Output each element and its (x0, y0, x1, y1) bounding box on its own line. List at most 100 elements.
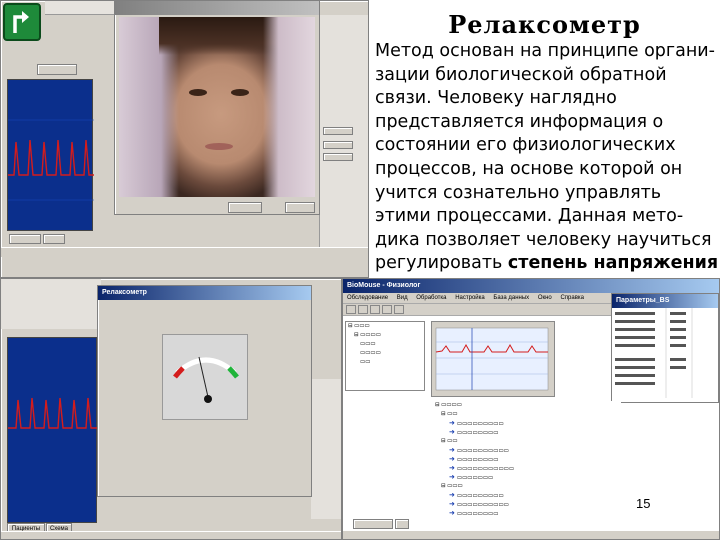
gauge-needle (198, 356, 209, 398)
menu-item[interactable]: Вид (397, 295, 408, 301)
params-row-text (615, 374, 655, 377)
face-window-titlebar (115, 1, 319, 15)
results-item[interactable]: ⊟ ▭▭ (431, 437, 621, 446)
left-graph-panel (7, 79, 94, 231)
relaxometer-window: Релаксометр (97, 285, 312, 497)
gauge-scale (175, 357, 237, 375)
face-photo (119, 17, 315, 197)
arrow-right-icon: ➜ (449, 474, 455, 481)
toolbar-button[interactable] (370, 305, 380, 314)
gauge-red-zone (173, 366, 185, 379)
home-return-button[interactable] (3, 3, 41, 41)
tree-item[interactable]: ▭▭▭▭ (346, 349, 424, 358)
lower-signal-chart (8, 397, 98, 429)
bio-status-bar (343, 530, 719, 539)
mouth (205, 143, 233, 150)
menu-item[interactable]: Окно (538, 295, 552, 301)
toolbar-button[interactable] (346, 305, 356, 314)
bio-graph-bg (435, 327, 549, 391)
arrow-right-icon: ➜ (449, 447, 455, 454)
slide-text-panel: Релаксометр Метод основан на принципе ор… (369, 0, 720, 278)
left-small-button[interactable] (37, 64, 77, 75)
toolbar-button[interactable] (394, 305, 404, 314)
lower-left-header-area (1, 279, 101, 329)
scarf-right (263, 17, 315, 197)
lower-signal-line (8, 397, 98, 429)
tree-item[interactable]: ▭▭▭ (346, 340, 424, 349)
left-signal-line (8, 139, 94, 176)
bio-graph-frame (431, 321, 555, 397)
body-line: учится сознательно управлять (375, 182, 662, 203)
left-signal-chart (8, 119, 94, 201)
gauge-icon (173, 356, 239, 403)
gauge-pivot (204, 395, 212, 403)
toolbar-button[interactable] (382, 305, 392, 314)
results-item[interactable]: ⊟ ▭▭▭▭ (431, 401, 621, 410)
bio-graph (435, 327, 549, 391)
params-value (670, 328, 686, 331)
face-window-button[interactable] (285, 202, 315, 213)
menu-item[interactable]: Настройка (455, 295, 485, 301)
slide-page-number: 15 (636, 496, 651, 511)
results-item[interactable]: ➜ ▭▭▭▭▭▭▭▭▭ (431, 491, 621, 500)
toolbar-button[interactable] (358, 305, 368, 314)
left-tab-button[interactable] (9, 234, 41, 244)
menu-item[interactable]: Обследование (347, 295, 388, 301)
results-item[interactable]: ➜ ▭▭▭▭▭▭▭▭▭▭▭ (431, 464, 621, 473)
params-value (670, 320, 686, 323)
top-toolbar-area (45, 1, 115, 15)
menu-item[interactable]: База данных (493, 295, 529, 301)
left-status-bar (1, 247, 368, 257)
results-item[interactable]: ➜ ▭▭▭▭▭▭▭▭ (431, 428, 621, 437)
results-item[interactable]: ➜ ▭▭▭▭▭▭▭▭▭▭ (431, 446, 621, 455)
lower-right-strip (311, 379, 341, 519)
params-window: Параметры_BS (611, 293, 719, 403)
bio-bottom-button[interactable] (395, 519, 409, 529)
body-line: состоянии его физиологических (375, 135, 676, 156)
side-button[interactable] (323, 153, 353, 161)
tree-item[interactable]: ▭▭ (346, 358, 424, 367)
params-row-text (615, 312, 655, 315)
arrow-right-icon: ➜ (449, 456, 455, 463)
body-line-last: регулировать степень напряжения (375, 252, 718, 276)
body-line: представляется информация о (375, 111, 664, 132)
params-row-text (615, 366, 655, 369)
results-item[interactable]: ⊟ ▭▭ (431, 410, 621, 419)
results-item[interactable]: ➜ ▭▭▭▭▭▭▭ (431, 473, 621, 482)
body-line: этими процессами. Данная мето- (375, 206, 684, 227)
params-value (670, 312, 686, 315)
body-line: Метод основан на принципе органи- (375, 41, 715, 61)
results-item[interactable]: ⊟ ▭▭▭ (431, 482, 621, 491)
tree-item[interactable]: ⊟ ▭▭▭▭ (346, 331, 424, 340)
face-window (114, 0, 320, 215)
params-value (670, 358, 686, 361)
side-button[interactable] (323, 141, 353, 149)
arrow-right-icon: ➜ (449, 492, 455, 499)
left-tab-button[interactable] (43, 234, 65, 244)
gauge-green-zone (227, 366, 239, 379)
results-item[interactable]: ➜ ▭▭▭▭▭▭▭▭▭▭ (431, 500, 621, 509)
arrow-right-icon: ➜ (449, 465, 455, 472)
eye-right (231, 89, 249, 96)
results-item[interactable]: ➜ ▭▭▭▭▭▭▭▭▭ (431, 419, 621, 428)
lower-left-graph (7, 337, 98, 523)
side-button[interactable] (323, 127, 353, 135)
body-line: зации биологической обратной (375, 64, 667, 85)
menu-item[interactable]: Обработка (416, 295, 446, 301)
bio-bottom-button[interactable] (353, 519, 393, 529)
body-line-prefix: регулировать (375, 253, 508, 274)
results-item[interactable]: ➜ ▭▭▭▭▭▭▭▭ (431, 455, 621, 464)
relaxometer-titlebar: Релаксометр (98, 286, 311, 300)
gauge (162, 334, 248, 420)
results-item[interactable]: ➜ ▭▭▭▭▭▭▭▭ (431, 509, 621, 518)
body-line-bold: степень напряжения (507, 253, 719, 274)
lower-left-status-bar (1, 531, 341, 539)
params-row-text (615, 336, 655, 339)
params-row-text (615, 328, 655, 331)
arrow-right-icon: ➜ (449, 501, 455, 508)
tree-item[interactable]: ⊟ ▭▭▭ (346, 322, 424, 331)
face-window-button[interactable] (228, 202, 262, 213)
menu-item[interactable]: Справка (560, 295, 584, 301)
body-line: связи. Человеку наглядно (375, 88, 617, 109)
params-row-text (615, 358, 655, 361)
